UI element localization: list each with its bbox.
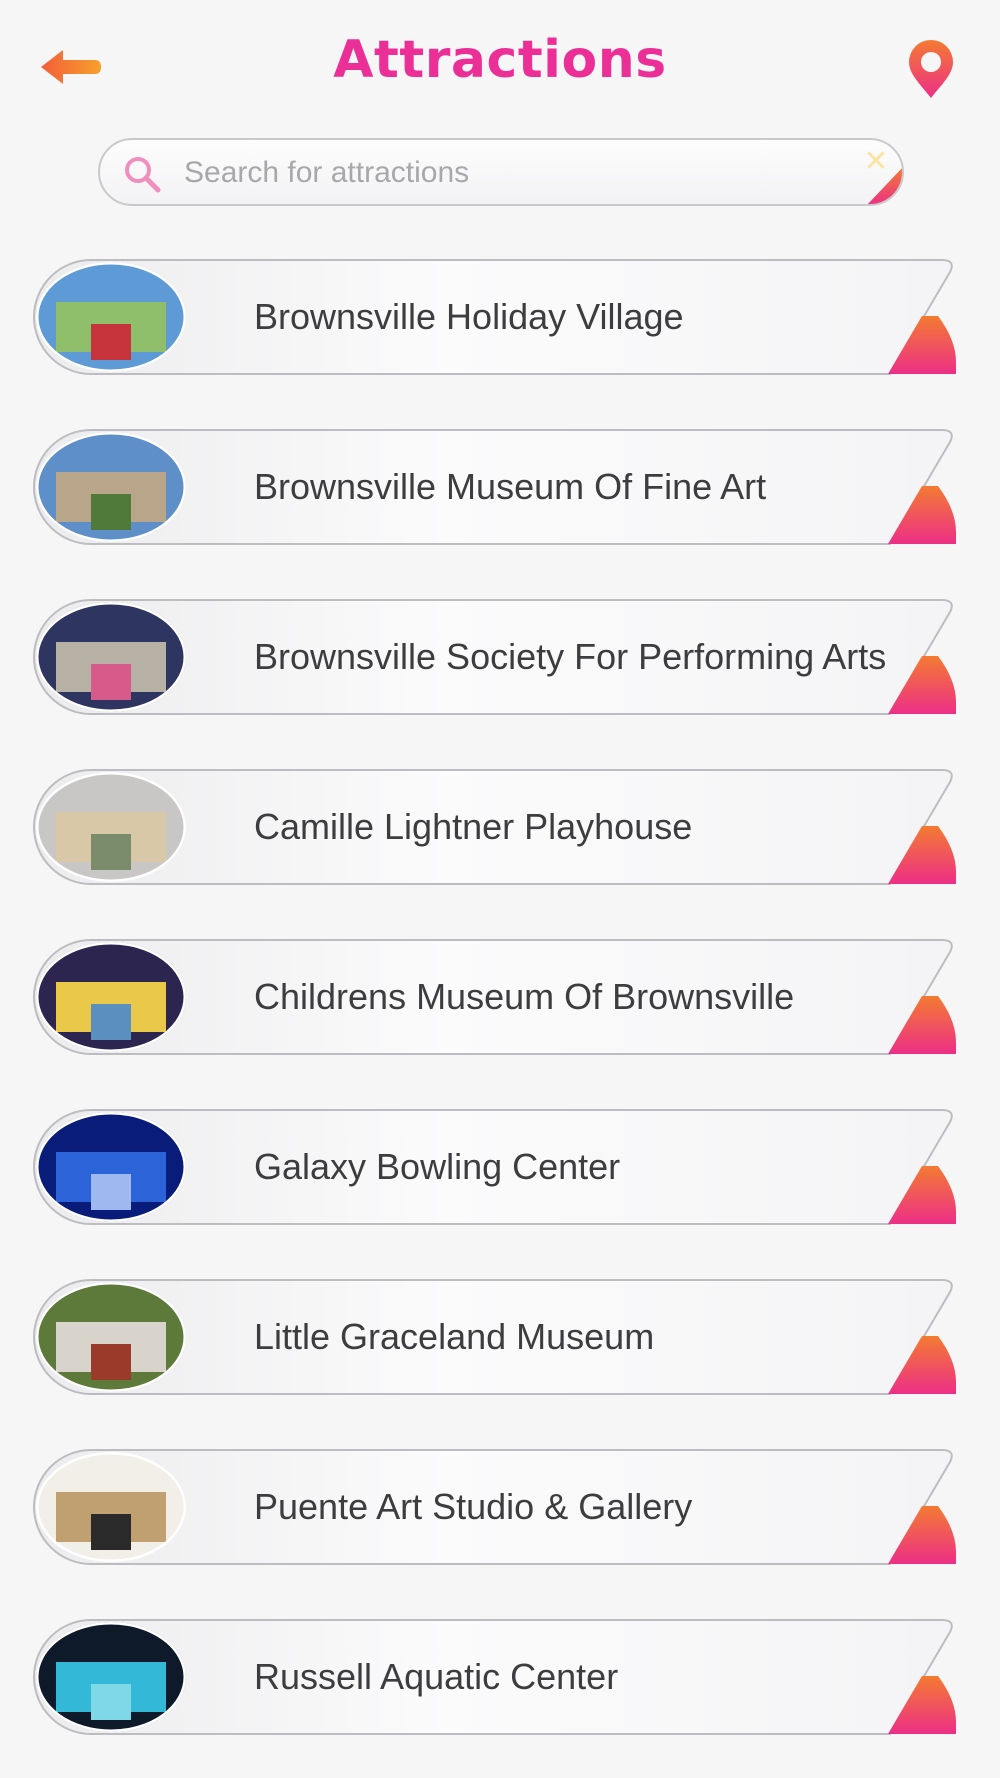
list-item[interactable]: Russell Aquatic Center [32,1618,958,1736]
list-item[interactable]: Galaxy Bowling Center [32,1108,958,1226]
attraction-thumbnail [36,772,186,882]
search-icon [125,157,161,193]
attraction-name: Brownsville Holiday Village [254,296,684,337]
attraction-thumbnail [36,942,186,1052]
attraction-name: Childrens Museum Of Brownsville [254,976,795,1017]
list-item[interactable]: Little Graceland Museum [32,1278,958,1396]
attraction-name: Little Graceland Museum [254,1316,655,1357]
page-title: Attractions [333,30,667,90]
attractions-screen: Attractions ✕ [0,0,1000,1778]
search-input[interactable] [184,148,824,198]
corner-triangle-decoration [866,166,902,204]
attraction-thumbnail [36,1622,186,1732]
attraction-thumbnail [36,1452,186,1562]
list-item[interactable]: Brownsville Holiday Village [32,258,958,376]
attraction-thumbnail [36,1112,186,1222]
attraction-thumbnail [36,432,186,542]
attraction-thumbnail [36,1282,186,1392]
attraction-name: Brownsville Society For Performing Arts [254,636,887,677]
list-item[interactable]: Brownsville Museum Of Fine Art [32,428,958,546]
map-button[interactable] [904,36,958,102]
attraction-name: Puente Art Studio & Gallery [254,1486,693,1527]
attraction-name: Brownsville Museum Of Fine Art [254,466,767,507]
list-item[interactable]: Childrens Museum Of Brownsville [32,938,958,1056]
map-pin-icon [909,40,953,98]
list-item[interactable]: Camille Lightner Playhouse [32,768,958,886]
attraction-thumbnail [36,602,186,712]
list-item[interactable]: Brownsville Society For Performing Arts [32,598,958,716]
attraction-name: Russell Aquatic Center [254,1656,619,1697]
attraction-name: Galaxy Bowling Center [254,1146,621,1187]
top-bar: Attractions [0,0,1000,130]
attraction-thumbnail [36,262,186,372]
attraction-name: Camille Lightner Playhouse [254,806,693,847]
list-item[interactable]: Puente Art Studio & Gallery [32,1448,958,1566]
search-bar: ✕ [98,138,904,206]
